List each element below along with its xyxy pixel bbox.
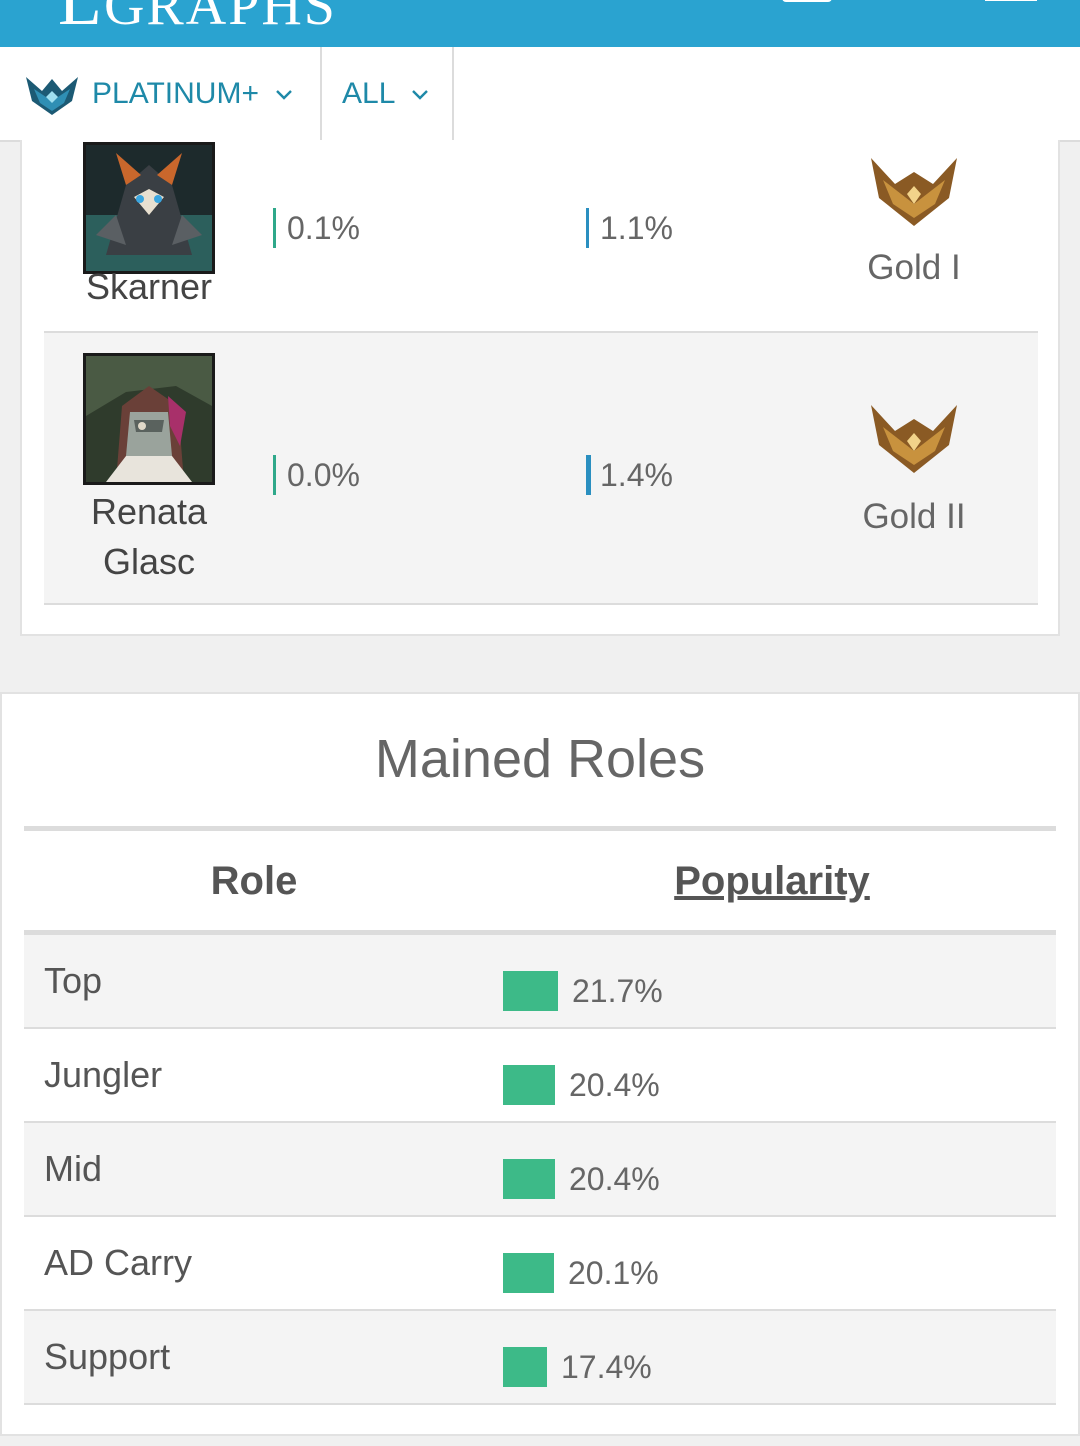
gold-emblem-icon [871, 158, 957, 226]
popularity-bar [503, 1253, 554, 1293]
role-row: Mid 20.4% [24, 1123, 1056, 1217]
champion-table-card: Skarner 0.1% 1.1% Gold I Renata Glasc 0.… [20, 140, 1060, 636]
champion-name[interactable]: Renata Glasc [64, 487, 234, 587]
role-row: Support 17.4% [24, 1311, 1056, 1405]
popularity-bar [503, 971, 558, 1011]
role-name: Mid [44, 1148, 103, 1189]
champion-stat-1: 0.0% [273, 455, 360, 495]
champion-stat-2: 1.1% [586, 208, 673, 248]
divider [24, 826, 1056, 831]
stat-bar [586, 455, 591, 495]
stat-bar [273, 455, 276, 495]
champion-stat-1: 0.1% [273, 208, 360, 248]
popularity-value: 20.1% [568, 1255, 659, 1291]
popularity-value: 17.4% [561, 1349, 652, 1385]
role-row: Top 21.7% [24, 935, 1056, 1029]
tier-filter-label: PLATINUM+ [92, 76, 259, 110]
champion-stat-2: 1.4% [586, 455, 673, 495]
tier-filter-dropdown[interactable]: PLATINUM+ [0, 47, 322, 140]
role-row: AD Carry 20.1% [24, 1217, 1056, 1311]
popularity-bar [503, 1065, 555, 1105]
platinum-emblem-icon [26, 76, 78, 115]
scope-filter-label: ALL [342, 76, 396, 110]
popularity-value: 21.7% [572, 973, 663, 1009]
stat-bar [586, 208, 589, 248]
popularity-value: 20.4% [569, 1161, 660, 1197]
column-header-role: Role [210, 859, 298, 903]
section-title: Mained Roles [374, 729, 706, 789]
filter-bar: PLATINUM+ ALL [0, 47, 1080, 142]
search-icon[interactable] [782, 0, 832, 2]
gold-emblem-icon [871, 405, 957, 473]
popularity-bar [503, 1347, 547, 1387]
champion-portrait-renata-glasc[interactable] [83, 353, 215, 485]
role-name: Jungler [44, 1054, 163, 1095]
menu-icon[interactable] [985, 0, 1037, 1]
top-header-bar: LGRAPHS [0, 0, 1080, 47]
site-logo[interactable]: LGRAPHS [58, 0, 337, 36]
chevron-down-icon [412, 89, 429, 100]
champion-name[interactable]: Skarner [64, 262, 234, 312]
mained-roles-card: Mained Roles Role Popularity Top 21.7% J… [0, 692, 1080, 1436]
popularity-bar [503, 1159, 555, 1199]
column-header-popularity[interactable]: Popularity [542, 854, 1002, 908]
role-name: Top [44, 960, 103, 1001]
role-name: AD Carry [44, 1242, 193, 1283]
champion-row[interactable]: Skarner 0.1% 1.1% Gold I [44, 140, 1038, 333]
scope-filter-dropdown[interactable]: ALL [322, 47, 454, 140]
chevron-down-icon [276, 89, 292, 100]
stat-bar [273, 208, 276, 248]
champion-portrait-skarner[interactable] [83, 142, 215, 274]
role-name: Support [44, 1336, 171, 1377]
champion-row[interactable]: Renata Glasc 0.0% 1.4% Gold II [44, 333, 1038, 605]
champion-rank: Gold I [867, 248, 961, 287]
role-row: Jungler 20.4% [24, 1029, 1056, 1123]
champion-rank: Gold II [862, 497, 966, 536]
popularity-value: 20.4% [569, 1067, 660, 1103]
